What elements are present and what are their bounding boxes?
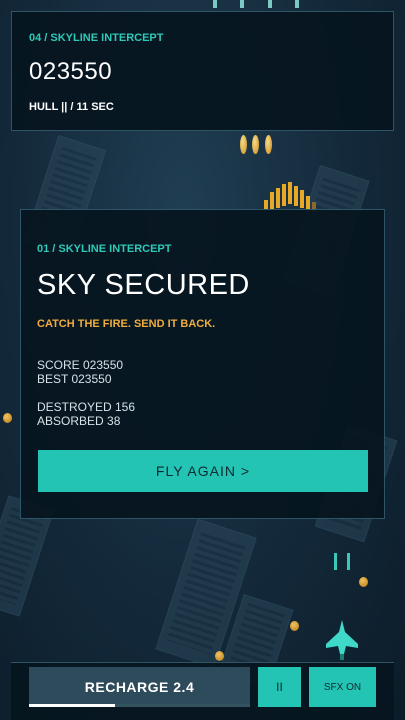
result-headline: SKY SECURED <box>37 269 250 301</box>
enemy-orb <box>215 651 224 661</box>
sfx-toggle-button[interactable]: SFX ON <box>309 667 376 707</box>
result-panel: 01 / SKYLINE INTERCEPT SKY SECURED CATCH… <box>20 209 385 519</box>
fly-again-button[interactable]: FLY AGAIN > <box>38 450 368 492</box>
enemy-bullet <box>252 135 259 154</box>
best-stat: BEST 023550 <box>37 372 112 386</box>
hull-status: HULL || / 11 SEC <box>29 101 114 113</box>
enemy-orb <box>359 577 368 587</box>
top-laser-bars <box>0 0 405 8</box>
enemy-orb <box>290 621 299 631</box>
result-tagline: CATCH THE FIRE. SEND IT BACK. <box>37 318 216 330</box>
player-laser <box>334 553 337 570</box>
absorbed-stat: ABSORBED 38 <box>37 414 121 428</box>
enemy-bullet <box>240 135 247 154</box>
destroyed-stat: DESTROYED 156 <box>37 400 136 414</box>
game-stage: 04 / SKYLINE INTERCEPT 023550 HULL || / … <box>0 0 405 720</box>
stage-label: 04 / SKYLINE INTERCEPT <box>29 32 164 44</box>
bottom-hud: RECHARGE 2.4 II SFX ON <box>11 662 394 720</box>
player-ship-icon <box>326 620 358 660</box>
pause-button[interactable]: II <box>258 667 301 707</box>
score-stat: SCORE 023550 <box>37 358 124 372</box>
enemy-bullet <box>265 135 272 154</box>
stage-label: 01 / SKYLINE INTERCEPT <box>37 243 172 255</box>
score-readout: 023550 <box>29 58 113 85</box>
recharge-progress-bar <box>29 704 250 707</box>
enemy-orb <box>3 413 12 423</box>
recharge-button[interactable]: RECHARGE 2.4 <box>29 667 250 707</box>
player-laser <box>347 553 350 570</box>
status-panel: 04 / SKYLINE INTERCEPT 023550 HULL || / … <box>11 11 394 131</box>
recharge-progress-fill <box>29 704 116 707</box>
